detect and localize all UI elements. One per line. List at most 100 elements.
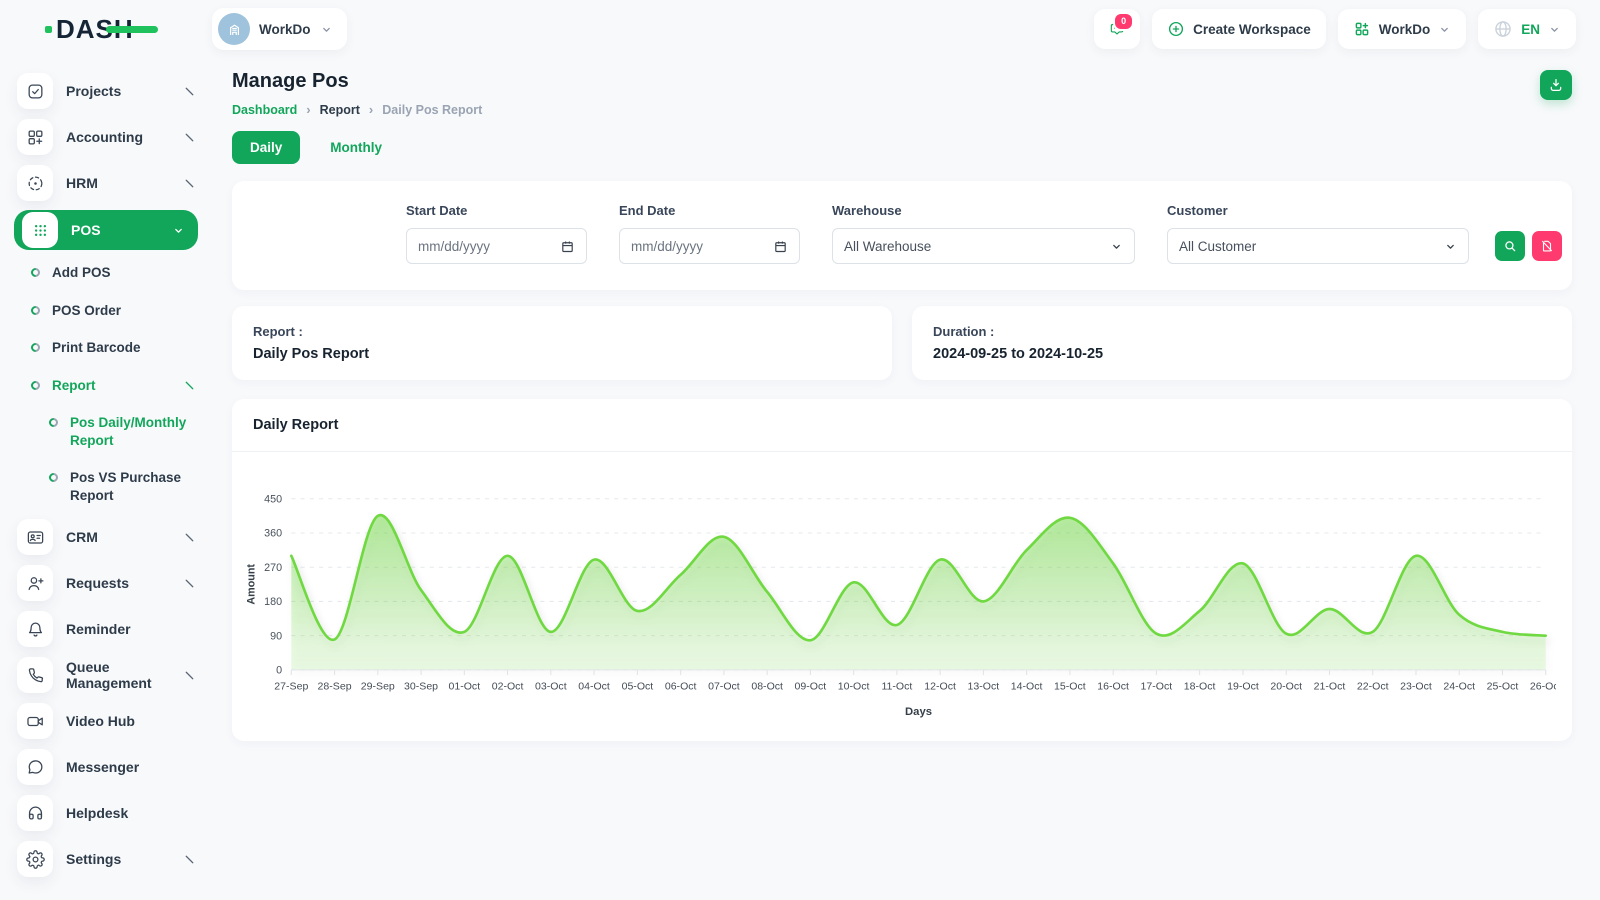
topbar: DASH WorkDo 0 Create Workspace WorkDo <box>0 0 1600 58</box>
svg-text:25-Oct: 25-Oct <box>1487 680 1519 692</box>
sidebar-item-requests[interactable]: Requests <box>0 560 212 606</box>
sidebar-subitem-pos-daily-monthly-report[interactable]: Pos Daily/Monthly Report <box>0 404 212 459</box>
sidebar-item-messenger[interactable]: Messenger <box>0 744 212 790</box>
chevron-right-icon <box>183 177 196 190</box>
end-date-label: End Date <box>619 203 800 218</box>
circle-plus-icon <box>1167 20 1185 38</box>
messages-button[interactable]: 0 <box>1094 9 1140 49</box>
warehouse-label: Warehouse <box>832 203 1135 218</box>
sidebar-subitem-label: Report <box>52 377 96 395</box>
sidebar-item-label: Messenger <box>66 759 139 775</box>
svg-text:09-Oct: 09-Oct <box>795 680 827 692</box>
start-date-field: Start Date mm/dd/yyyy <box>406 203 587 264</box>
filter-panel: Start Date mm/dd/yyyy End Date mm/dd/yyy… <box>232 181 1572 290</box>
svg-text:450: 450 <box>264 493 282 505</box>
bullet-ring-icon <box>47 416 60 429</box>
warehouse-select[interactable]: All Warehouse <box>832 228 1135 264</box>
language-button[interactable]: EN <box>1478 9 1576 49</box>
tab-monthly[interactable]: Monthly <box>312 131 400 164</box>
svg-text:16-Oct: 16-Oct <box>1097 680 1129 692</box>
logo-dash-bar <box>106 26 158 33</box>
sidebar-item-projects[interactable]: Projects <box>0 68 212 114</box>
messages-count-badge: 0 <box>1113 12 1134 31</box>
sidebar-item-label: Queue Management <box>66 659 170 691</box>
sidebar-subitem-label: Print Barcode <box>52 339 141 357</box>
sidebar-subitem-pos-order[interactable]: POS Order <box>0 292 212 330</box>
sidebar-item-crm[interactable]: CRM <box>0 514 212 560</box>
warehouse-field: Warehouse All Warehouse <box>832 203 1135 264</box>
svg-text:06-Oct: 06-Oct <box>665 680 697 692</box>
file-off-icon <box>1540 239 1554 253</box>
svg-text:21-Oct: 21-Oct <box>1314 680 1346 692</box>
brand-logo[interactable]: DASH <box>56 14 134 45</box>
logo-wrap: DASH <box>0 14 212 45</box>
sidebar-item-settings[interactable]: Settings <box>0 836 212 882</box>
sidebar-item-accounting[interactable]: Accounting <box>0 114 212 160</box>
chevron-down-icon <box>1110 240 1123 253</box>
sidebar-item-hrm[interactable]: HRM <box>0 160 212 206</box>
customer-selected-value: All Customer <box>1179 239 1256 254</box>
svg-text:11-Oct: 11-Oct <box>881 680 912 692</box>
svg-text:08-Oct: 08-Oct <box>751 680 783 692</box>
svg-text:0: 0 <box>276 664 282 676</box>
phone-icon <box>26 666 45 685</box>
breadcrumb-report[interactable]: Report <box>320 103 360 117</box>
duration-summary-card: Duration : 2024-09-25 to 2024-10-25 <box>912 306 1572 380</box>
sidebar-subitem-print-barcode[interactable]: Print Barcode <box>0 329 212 367</box>
tab-daily[interactable]: Daily <box>232 131 300 164</box>
logo-dot <box>45 26 52 33</box>
chevron-down-icon <box>1548 23 1561 36</box>
calendar-icon <box>773 239 788 254</box>
filter-spacer <box>256 203 374 264</box>
topbar-actions: 0 Create Workspace WorkDo EN <box>1094 9 1576 49</box>
report-summary-label: Report : <box>253 324 871 339</box>
svg-text:180: 180 <box>264 596 282 608</box>
sidebar-subitem-label: Pos Daily/Monthly Report <box>70 414 196 449</box>
svg-text:05-Oct: 05-Oct <box>622 680 654 692</box>
start-date-input[interactable]: mm/dd/yyyy <box>406 228 587 264</box>
workspace-pill[interactable]: WorkDo <box>212 8 347 50</box>
sidebar-item-video-hub[interactable]: Video Hub <box>0 698 212 744</box>
y-axis-title: Amount <box>245 564 257 605</box>
workspace-switcher-label: WorkDo <box>1379 22 1431 37</box>
breadcrumb-dashboard[interactable]: Dashboard <box>232 103 297 117</box>
svg-text:270: 270 <box>264 562 282 574</box>
create-workspace-button[interactable]: Create Workspace <box>1152 9 1326 49</box>
duration-summary-label: Duration : <box>933 324 1551 339</box>
sidebar-item-helpdesk[interactable]: Helpdesk <box>0 790 212 836</box>
svg-text:15-Oct: 15-Oct <box>1054 680 1086 692</box>
main-content: Manage Pos Dashboard › Report › Daily Po… <box>212 58 1600 882</box>
end-date-input[interactable]: mm/dd/yyyy <box>619 228 800 264</box>
workspace-name: WorkDo <box>259 22 311 37</box>
bell-icon <box>26 620 45 639</box>
warehouse-selected-value: All Warehouse <box>844 239 931 254</box>
svg-text:23-Oct: 23-Oct <box>1400 680 1432 692</box>
svg-text:28-Sep: 28-Sep <box>318 680 352 692</box>
apply-filter-button[interactable] <box>1495 231 1525 261</box>
check-square-icon-card <box>17 73 53 109</box>
svg-text:17-Oct: 17-Oct <box>1141 680 1173 692</box>
svg-text:13-Oct: 13-Oct <box>968 680 1000 692</box>
sidebar-subitem-label: Add POS <box>52 264 111 282</box>
duration-summary-value: 2024-09-25 to 2024-10-25 <box>933 346 1551 362</box>
chevron-right-icon <box>183 531 196 544</box>
sidebar-subitem-add-pos[interactable]: Add POS <box>0 254 212 292</box>
chat-icon <box>26 758 45 777</box>
sidebar-subitem-report[interactable]: Report <box>0 367 212 405</box>
reset-filter-button[interactable] <box>1532 231 1562 261</box>
calendar-icon <box>560 239 575 254</box>
svg-text:02-Oct: 02-Oct <box>492 680 524 692</box>
svg-text:18-Oct: 18-Oct <box>1184 680 1216 692</box>
breadcrumb-current: Daily Pos Report <box>382 103 482 117</box>
download-report-button[interactable] <box>1540 70 1572 100</box>
sidebar-item-pos[interactable]: POS <box>14 210 198 250</box>
breadcrumb: Dashboard › Report › Daily Pos Report <box>232 102 482 117</box>
sidebar-subitem-pos-vs-purchase-report[interactable]: Pos VS Purchase Report <box>0 459 212 514</box>
sidebar-item-reminder[interactable]: Reminder <box>0 606 212 652</box>
sidebar-item-queue-management[interactable]: Queue Management <box>0 652 212 698</box>
customer-select[interactable]: All Customer <box>1167 228 1469 264</box>
workspace-switcher-button[interactable]: WorkDo <box>1338 9 1467 49</box>
chevron-right-icon <box>183 131 196 144</box>
dots-grid-icon-card <box>22 212 58 248</box>
video-icon <box>26 712 45 731</box>
